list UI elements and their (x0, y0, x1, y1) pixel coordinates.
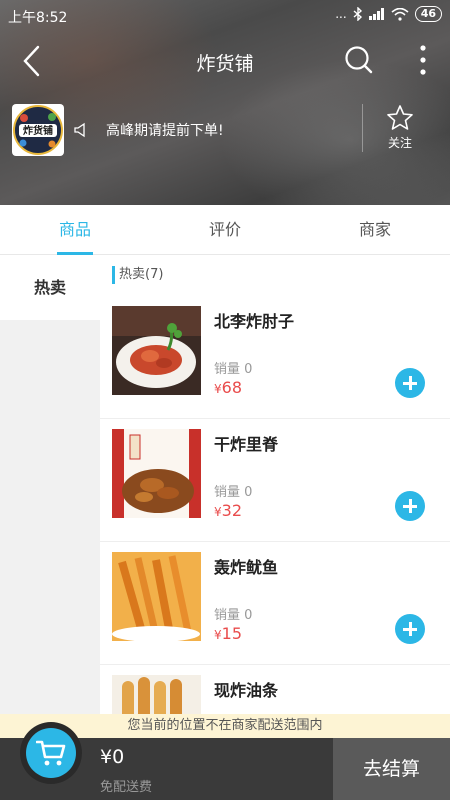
star-icon (387, 105, 413, 130)
category-title: 热卖(7) (112, 266, 163, 284)
product-item[interactable]: 现炸油条 (100, 665, 450, 714)
product-image (112, 552, 201, 641)
product-item[interactable]: 北李炸肘子 销量 0 ¥68 (100, 296, 450, 419)
shopping-cart-icon (36, 740, 66, 766)
product-name: 北李炸肘子 (214, 312, 295, 331)
search-icon[interactable] (344, 45, 374, 75)
active-tab-indicator (57, 252, 93, 255)
battery-indicator: 46 (414, 6, 442, 22)
cart-total: ¥0 (100, 746, 125, 768)
product-list: 热卖(7) 北李炸肘子 销量 0 ¥68 干炸里脊 销量 0 ¥32 轰炸鱿鱼 … (100, 256, 450, 714)
store-logo-text: 炸货铺 (23, 124, 53, 137)
product-price: ¥32 (214, 501, 242, 520)
product-image (112, 429, 201, 518)
product-image (112, 306, 201, 395)
page-title: 炸货铺 (196, 53, 254, 75)
more-icon[interactable] (418, 44, 428, 76)
product-sales: 销量 0 (214, 608, 253, 623)
product-item[interactable]: 轰炸鱿鱼 销量 0 ¥15 (100, 542, 450, 665)
sidebar-item-hot[interactable]: 热卖 (0, 256, 100, 320)
speaker-icon (74, 122, 85, 138)
product-name: 干炸里脊 (214, 435, 279, 454)
product-item[interactable]: 干炸里脊 销量 0 ¥32 (100, 419, 450, 542)
tab-products[interactable]: 商品 (0, 205, 150, 255)
price-value: 68 (221, 378, 242, 397)
product-sales: 销量 0 (214, 485, 253, 500)
cart-button[interactable] (20, 722, 82, 784)
status-bar: 上午8:52 ... 46 (0, 0, 450, 32)
product-price: ¥15 (214, 624, 242, 643)
add-to-cart-button[interactable] (395, 368, 425, 398)
add-to-cart-button[interactable] (395, 614, 425, 644)
tab-products-label: 商品 (58, 220, 91, 239)
price-currency: ¥ (214, 505, 222, 519)
store-notice: 高峰期请提前下单! (106, 123, 224, 139)
price-value: 32 (221, 501, 242, 520)
tab-merchant-label: 商家 (358, 220, 391, 239)
cart-icon-bg (26, 728, 76, 778)
nav-bar: 炸货铺 (0, 32, 450, 90)
follow-button[interactable]: 关注 (374, 104, 426, 151)
product-sales: 销量 0 (214, 362, 253, 377)
add-to-cart-button[interactable] (395, 491, 425, 521)
product-name: 轰炸鱿鱼 (214, 558, 279, 577)
price-value: 15 (221, 624, 242, 643)
tab-reviews-label: 评价 (208, 220, 241, 239)
store-logo: 炸货铺 (12, 104, 64, 156)
wifi-icon (391, 7, 409, 21)
store-info-row: 炸货铺 高峰期请提前下单! 关注 (0, 98, 450, 160)
signal-dots: ... (335, 7, 347, 21)
tab-reviews[interactable]: 评价 (150, 205, 300, 255)
checkout-button[interactable]: 去结算 (333, 738, 450, 800)
divider (362, 104, 363, 152)
tab-bar: 商品 评价 商家 (0, 205, 450, 255)
follow-label: 关注 (387, 136, 412, 150)
price-currency: ¥ (214, 382, 222, 396)
status-time: 上午8:52 (8, 10, 68, 26)
price-currency: ¥ (214, 628, 222, 642)
cell-signal-icon (368, 8, 384, 20)
product-image (112, 675, 201, 714)
delivery-fee: 免配送费 (100, 780, 153, 795)
status-icons: ... 46 (335, 6, 442, 22)
bluetooth-icon (353, 7, 362, 21)
category-sidebar: 热卖 (0, 256, 100, 714)
product-name: 现炸油条 (214, 681, 279, 700)
store-header: 上午8:52 ... 46 炸货铺 炸货铺 高峰期请提前下单! 关注 (0, 0, 450, 205)
tab-merchant[interactable]: 商家 (300, 205, 450, 255)
product-price: ¥68 (214, 378, 242, 397)
